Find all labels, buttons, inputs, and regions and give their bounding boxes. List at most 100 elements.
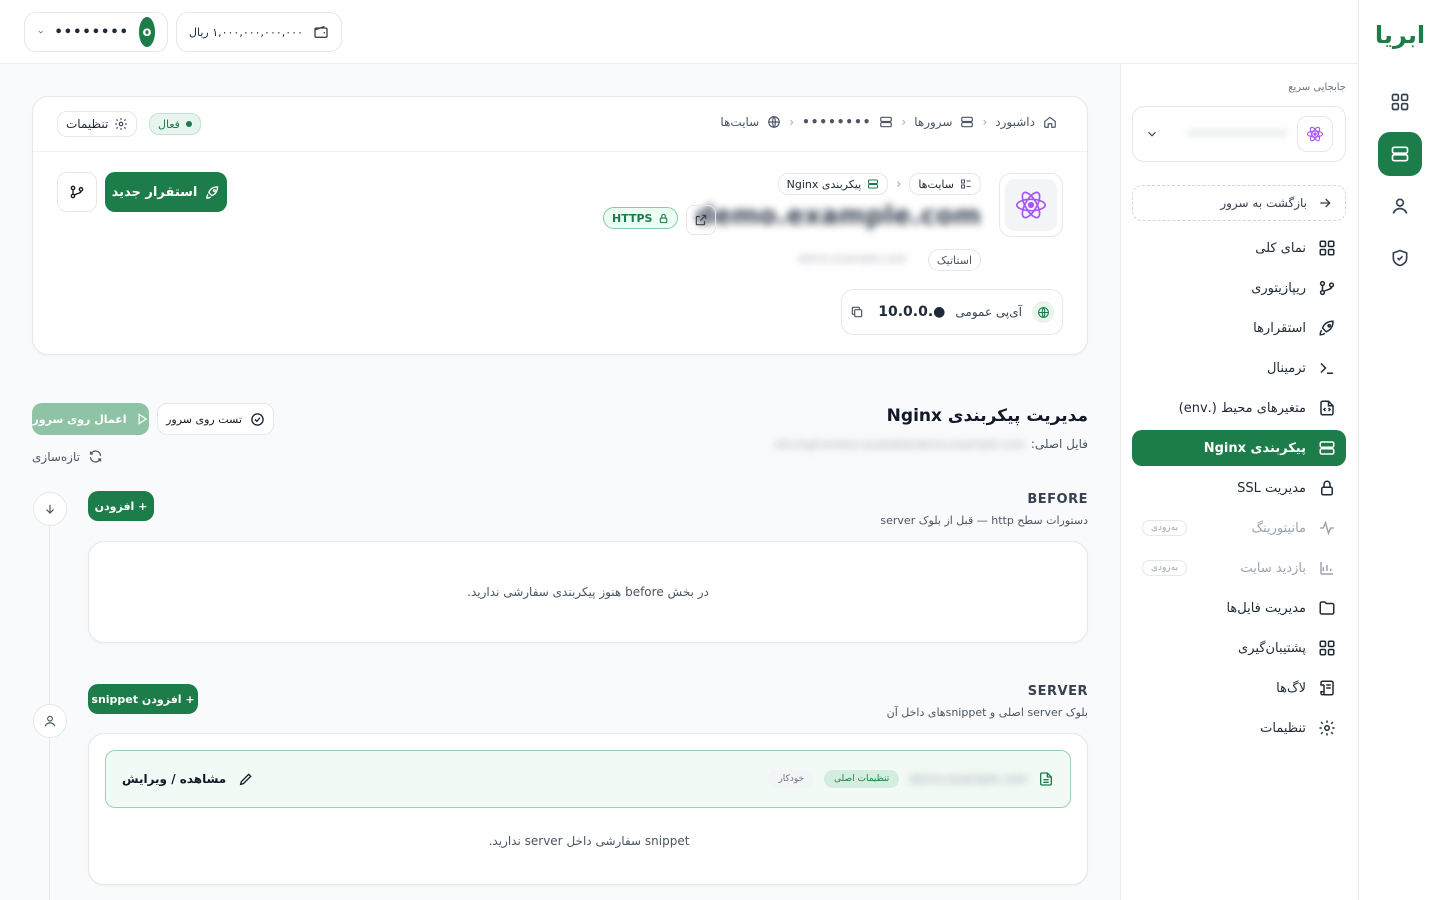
rail-security-button[interactable] [1378,236,1422,280]
breadcrumb-servers[interactable]: سرورها [914,115,952,129]
icon-rail: ابریا [1358,0,1440,900]
brand-logo[interactable]: ابریا [1370,21,1430,49]
sidebar-item-label: مانیتورینگ [1251,520,1306,536]
breadcrumb-sites[interactable]: سایت‌ها [720,115,759,129]
back-to-server-button[interactable]: بازگشت به سرور [1132,185,1346,221]
copy-icon[interactable] [850,305,864,319]
coming-soon-badge: به‌زودی [1142,560,1188,576]
site-domain: demo.example.com [695,201,981,231]
sidebar-item-terminal[interactable]: ترمینال [1132,350,1346,386]
sidebar-item-backup[interactable]: پشتیبان‌گیری [1132,630,1346,666]
terminal-icon [1320,362,1333,374]
sub-crumb-label: پیکربندی Nginx [786,177,862,191]
sidebar-item-label: پیکربندی Nginx [1203,440,1306,456]
refresh-button[interactable]: تازه‌سازی [32,449,103,464]
sidebar-item-files[interactable]: مدیریت فایل‌ها [1132,590,1346,626]
sidebar-item-settings[interactable]: تنظیمات [1132,710,1346,746]
sidebar-item-logs[interactable]: لاگ‌ها [1132,670,1346,706]
pencil-icon [239,773,252,786]
open-site-button[interactable] [686,205,716,235]
git-branch-button[interactable] [57,172,97,212]
rail-servers-button[interactable] [1378,132,1422,176]
file-text-icon [1040,772,1052,786]
lock-icon [660,213,668,223]
breadcrumb-dashboard[interactable]: داشبورد [995,115,1035,129]
settings-button[interactable]: تنظیمات [57,111,138,137]
apply-on-server-button[interactable]: اعمال روی سرور [32,403,149,435]
main-file-row: فایل اصلی: /etc/nginx/sites-available/de… [774,437,1088,451]
sidebar-item-label: نمای کلی [1255,240,1306,256]
react-icon [1297,116,1333,152]
test-on-server-button[interactable]: تست روی سرور [157,403,274,435]
server-icon [961,116,974,128]
arrow-down-icon [33,492,67,526]
sidebar-item-label: تنظیمات [1260,720,1306,736]
view-edit-button[interactable]: مشاهده / ویرایش [122,771,254,787]
shield-check-icon [1392,249,1408,267]
site-subdomain: demo.example.com [798,252,907,265]
rail-account-button[interactable] [1378,184,1422,228]
before-section-subtitle: دستورات سطح http — قبل از بلوک server [880,514,1088,527]
main-settings-tag: تنظیمات اصلی [824,770,900,788]
apply-label: اعمال روی سرور [32,412,127,426]
page-title: مدیریت پیکربندی Nginx [886,406,1088,426]
wallet-balance[interactable]: ۱,۰۰۰,۰۰۰,۰۰۰,۰۰۰ ریال [176,12,342,52]
chevron-down-icon [1148,131,1156,137]
sub-crumb-sites[interactable]: سایت‌ها [909,173,981,195]
sidebar-item-label: لاگ‌ها [1276,680,1306,696]
file-path: /etc/nginx/sites-available/demo.example.… [774,437,1025,451]
new-deploy-button[interactable]: استقرار جدید [105,172,227,212]
file-code-icon [1320,400,1334,416]
server-icon [1319,441,1335,455]
ip-label: آی‌پی عمومی [955,305,1022,319]
sidebar-item-monitoring: مانیتورینگ به‌زودی [1132,510,1346,546]
chevron-left-icon: ‹ [896,176,902,192]
config-file-name: demo.example.com [909,772,1028,786]
globe-icon [768,116,781,128]
server-section-subtitle: بلوک server اصلی و snippetهای داخل آن [886,706,1088,719]
sidebar-item-overview[interactable]: نمای کلی [1132,230,1346,266]
file-label: فایل اصلی: [1030,437,1088,451]
folder-icon [1319,601,1335,615]
gear-icon [115,118,128,130]
before-empty-text: در بخش before هنوز پیکربندی سفارشی نداری… [467,585,709,599]
bar-chart-icon [1320,562,1333,575]
sidebar-item-analytics: بازدید سایت به‌زودی [1132,550,1346,586]
sidebar-item-env[interactable]: متغیرهای محیط (.env) [1132,390,1346,426]
add-before-button[interactable]: + افزودن [88,491,154,521]
list-icon [961,179,971,189]
lock-icon [1321,480,1333,496]
settings-label: تنظیمات [66,117,109,131]
play-icon [138,413,147,425]
quick-nav-value: ••••••••••••• [1187,126,1287,142]
sidebar-item-label: بازدید سایت [1240,560,1306,576]
breadcrumb-server-name[interactable]: •••••••• [802,115,871,129]
back-label: بازگشت به سرور [1220,196,1307,210]
home-icon [1044,116,1056,128]
rail-dashboard-button[interactable] [1378,80,1422,124]
main-config-row[interactable]: demo.example.com تنظیمات اصلی خودکار مشا… [105,750,1071,808]
server-card: demo.example.com تنظیمات اصلی خودکار مشا… [88,733,1088,885]
sidebar-item-repository[interactable]: ریپازیتوری [1132,270,1346,306]
test-label: تست روی سرور [166,412,242,426]
refresh-icon [89,450,102,463]
avatar: o [138,17,155,47]
sidebar-item-ssl[interactable]: مدیریت SSL [1132,470,1346,506]
sub-crumb-nginx[interactable]: پیکربندی Nginx [777,173,889,195]
add-snippet-button[interactable]: + افزودن snippet [88,684,198,714]
status-dot [185,121,192,127]
quick-nav-select[interactable]: ••••••••••••• [1132,106,1346,162]
coming-soon-badge: به‌زودی [1142,520,1188,536]
user-menu[interactable]: o •••••••• [24,12,168,52]
site-header-card: داشبورد ‹ سرورها ‹ •••••••• ‹ سایت‌ها فع… [32,96,1088,355]
public-ip-box: آی‌پی عمومی 10.0.0.● [841,289,1063,335]
divider [33,151,1087,152]
sub-crumb-label: سایت‌ها [918,177,954,191]
site-sidebar: جابجایی سریع ••••••••••••• بازگشت به سرو… [1120,64,1358,900]
sidebar-item-nginx[interactable]: پیکربندی Nginx [1132,430,1346,466]
sub-breadcrumb: سایت‌ها ‹ پیکربندی Nginx [777,173,981,195]
grid-icon [1391,93,1409,111]
sidebar-item-label: پشتیبان‌گیری [1238,640,1306,656]
sidebar-item-deployments[interactable]: استقرارها [1132,310,1346,346]
status-label: فعال [158,117,180,131]
